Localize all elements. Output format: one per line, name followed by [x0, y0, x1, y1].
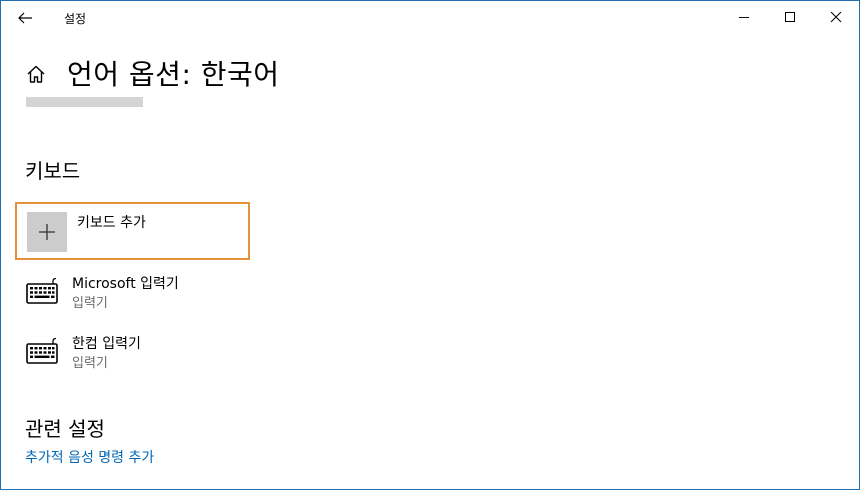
keyboard-icon: [26, 337, 58, 364]
add-keyboard-label: 키보드 추가: [77, 215, 146, 231]
keyboard-icon: [26, 277, 58, 304]
plus-icon: [39, 224, 55, 240]
keyboard-item-microsoft[interactable]: Microsoft 입력기 입력기: [25, 273, 325, 317]
add-keyboard-tile: [27, 212, 67, 252]
settings-window: 설정 언어 옵션: 한국어 키보드 키보드 추가 Microsoft 입력기 입…: [0, 0, 860, 490]
keyboard-item-hancom[interactable]: 한컴 입력기 입력기: [25, 333, 325, 377]
keyboard-item-type: 입력기: [72, 296, 108, 311]
clipped-content-strip: [26, 97, 143, 107]
home-icon[interactable]: [25, 63, 47, 85]
close-button[interactable]: [813, 1, 859, 33]
keyboard-section-title: 키보드: [25, 159, 81, 183]
keyboard-item-type: 입력기: [72, 356, 108, 371]
back-arrow-icon: [18, 12, 32, 24]
window-title: 설정: [64, 12, 87, 26]
add-keyboard-button[interactable]: 키보드 추가: [15, 202, 250, 260]
page-title: 언어 옵션: 한국어: [67, 58, 280, 91]
minimize-icon: [739, 17, 749, 18]
maximize-button[interactable]: [767, 1, 813, 33]
related-settings-title: 관련 설정: [25, 417, 105, 441]
back-button[interactable]: [9, 3, 41, 33]
keyboard-item-name: Microsoft 입력기: [72, 276, 179, 292]
title-bar: 설정: [1, 1, 859, 35]
maximize-icon: [785, 12, 795, 22]
close-icon: [830, 11, 842, 23]
add-voice-command-link[interactable]: 추가적 음성 명령 추가: [25, 447, 154, 467]
minimize-button[interactable]: [721, 1, 767, 33]
keyboard-item-name: 한컴 입력기: [72, 336, 141, 352]
